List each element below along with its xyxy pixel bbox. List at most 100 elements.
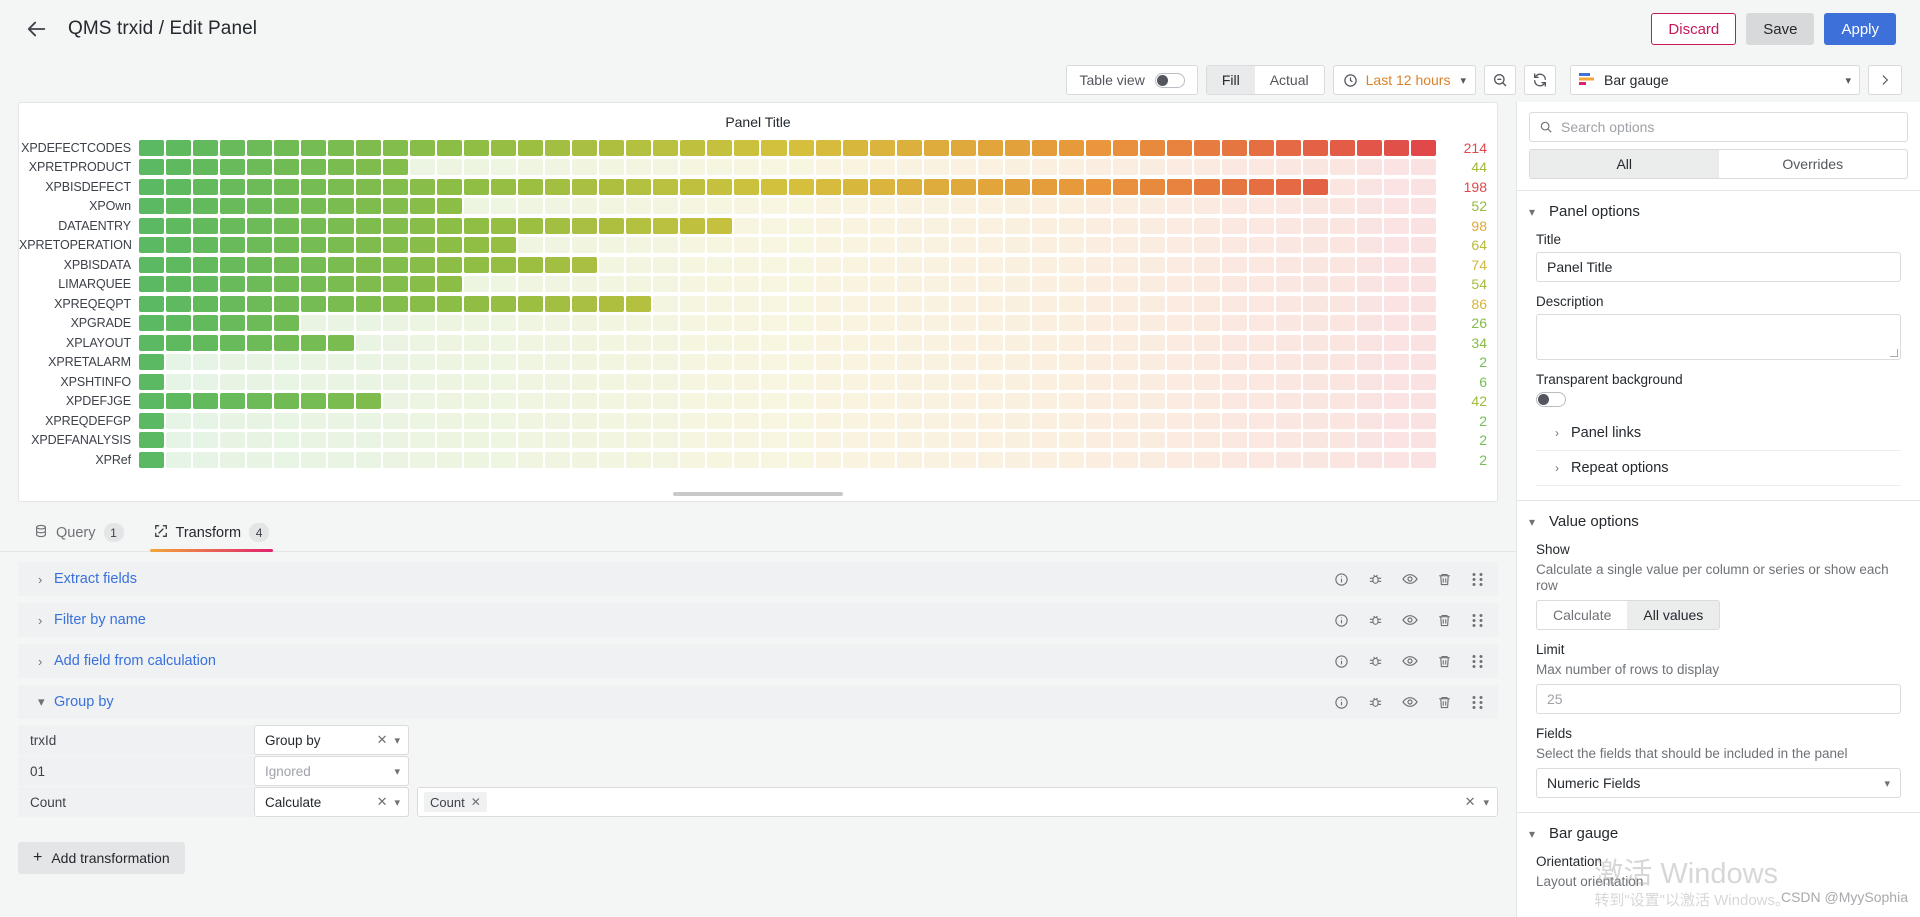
fill-actual-segmented[interactable]: Fill Actual [1205, 65, 1325, 95]
tab-all-options[interactable]: All [1530, 150, 1719, 178]
fields-select[interactable]: Numeric Fields ▾ [1536, 768, 1901, 798]
bar-gauge-cell [1194, 315, 1220, 332]
transformation-name[interactable]: Add field from calculation [54, 653, 216, 669]
horizontal-scrollbar[interactable] [673, 492, 843, 496]
bar-gauge-cell [1410, 393, 1436, 410]
show-all-values-option[interactable]: All values [1627, 601, 1720, 629]
zoom-out-button[interactable] [1484, 65, 1516, 95]
trash-icon[interactable] [1437, 572, 1452, 587]
top-bar: QMS trxid / Edit Panel Discard Save Appl… [0, 0, 1920, 58]
debug-icon[interactable] [1368, 572, 1383, 587]
info-icon[interactable] [1334, 613, 1349, 628]
info-icon[interactable] [1334, 654, 1349, 669]
bar-gauge-cell [409, 217, 435, 234]
panel-title-input[interactable]: Panel Title [1536, 252, 1901, 282]
transparent-background-switch[interactable] [1536, 392, 1566, 407]
transformation-header[interactable]: › Extract fields [18, 562, 1498, 596]
limit-input[interactable]: 25 [1536, 684, 1901, 714]
transformation-header[interactable]: ▾ Group by [18, 685, 1498, 719]
options-filter-tabs[interactable]: All Overrides [1529, 149, 1908, 179]
drag-handle-icon[interactable] [1471, 613, 1484, 628]
discard-button[interactable]: Discard [1651, 13, 1737, 45]
bar-gauge-cell [247, 393, 273, 410]
bar-gauge-cell [572, 315, 598, 332]
drag-handle-icon[interactable] [1471, 654, 1484, 669]
bar-gauge-cell [842, 139, 868, 156]
section-panel-options-header[interactable]: ▾ Panel options [1517, 203, 1920, 220]
bar-gauge-cell [382, 159, 408, 176]
clear-icon[interactable]: ✕ [1465, 794, 1476, 810]
fields-description: Select the fields that should be include… [1536, 746, 1848, 761]
fill-option[interactable]: Fill [1206, 66, 1255, 94]
transformation-header[interactable]: › Filter by name [18, 603, 1498, 637]
eye-icon[interactable] [1402, 694, 1418, 710]
bar-gauge-cell [1032, 295, 1058, 312]
calculation-chip[interactable]: Count ✕ [424, 792, 487, 812]
table-view-toggle[interactable]: Table view [1066, 65, 1198, 95]
group-by-calculations-multiselect[interactable]: Count ✕ ✕ ▾ [417, 787, 1498, 817]
apply-button[interactable]: Apply [1824, 13, 1896, 45]
add-transformation-button[interactable]: + Add transformation [18, 842, 185, 874]
section-bar-gauge-header[interactable]: ▾ Bar gauge [1517, 825, 1920, 842]
remove-chip-icon[interactable]: ✕ [471, 795, 481, 809]
transformation-name[interactable]: Group by [54, 694, 114, 710]
bar-gauge-cell [842, 198, 868, 215]
trash-icon[interactable] [1437, 613, 1452, 628]
show-label: Show [1536, 542, 1570, 557]
group-by-operation-select[interactable]: Group by ✕ ▾ [254, 725, 409, 755]
debug-icon[interactable] [1368, 654, 1383, 669]
debug-icon[interactable] [1368, 613, 1383, 628]
bar-gauge-cell [734, 412, 760, 429]
eye-icon[interactable] [1402, 612, 1418, 628]
time-range-picker[interactable]: Last 12 hours ▾ [1332, 65, 1476, 95]
tab-overrides[interactable]: Overrides [1719, 150, 1908, 178]
panel-links-row[interactable]: › Panel links [1536, 416, 1901, 451]
info-icon[interactable] [1334, 695, 1349, 710]
tab-query[interactable]: Query 1 [30, 523, 128, 551]
bar-gauge-row-label: LIMARQUEE [58, 277, 131, 292]
group-by-operation-value: Ignored [265, 763, 311, 779]
back-arrow-icon[interactable] [24, 16, 50, 42]
clear-icon[interactable]: ✕ [377, 732, 388, 748]
bar-gauge-row-label: XPRETPRODUCT [28, 160, 131, 175]
transformation-name[interactable]: Filter by name [54, 612, 146, 628]
group-by-operation-select[interactable]: Calculate ✕ ▾ [254, 787, 409, 817]
tab-transform[interactable]: Transform 4 [149, 523, 274, 552]
bar-gauge-cell [490, 237, 516, 254]
visualization-picker[interactable]: Bar gauge ▾ [1570, 65, 1860, 95]
bar-gauge-cell [626, 315, 652, 332]
refresh-button[interactable] [1524, 65, 1556, 95]
info-icon[interactable] [1334, 572, 1349, 587]
bar-gauge-cell [815, 393, 841, 410]
transformation-header[interactable]: › Add field from calculation [18, 644, 1498, 678]
panel-description-textarea[interactable] [1536, 314, 1901, 360]
actual-option[interactable]: Actual [1255, 66, 1324, 94]
eye-icon[interactable] [1402, 653, 1418, 669]
options-pane-toggle[interactable] [1868, 65, 1902, 95]
show-radio-group[interactable]: Calculate All values [1536, 600, 1721, 630]
clear-icon[interactable]: ✕ [377, 794, 388, 810]
drag-handle-icon[interactable] [1471, 572, 1484, 587]
show-calculate-option[interactable]: Calculate [1537, 601, 1627, 629]
drag-handle-icon[interactable] [1471, 695, 1484, 710]
eye-icon[interactable] [1402, 571, 1418, 587]
section-value-options-header[interactable]: ▾ Value options [1517, 513, 1920, 530]
table-view-switch[interactable] [1154, 72, 1185, 88]
bar-gauge-cell [301, 354, 327, 371]
bar-gauge-cell [950, 451, 976, 468]
bar-gauge-cell [896, 412, 922, 429]
field-panel-description: Description [1517, 282, 1920, 360]
group-by-operation-select[interactable]: Ignored ▾ [254, 756, 409, 786]
bar-gauge-cell [1302, 373, 1328, 390]
trash-icon[interactable] [1437, 695, 1452, 710]
repeat-options-row[interactable]: › Repeat options [1536, 451, 1901, 486]
search-options-field[interactable]: Search options [1529, 112, 1908, 142]
trash-icon[interactable] [1437, 654, 1452, 669]
bar-gauge-cell [950, 393, 976, 410]
debug-icon[interactable] [1368, 695, 1383, 710]
field-panel-title: Title Panel Title [1517, 220, 1920, 282]
repeat-options-label: Repeat options [1571, 460, 1669, 476]
transformation-name[interactable]: Extract fields [54, 571, 137, 587]
save-button[interactable]: Save [1746, 13, 1815, 45]
bar-gauge-cell [1383, 276, 1409, 293]
